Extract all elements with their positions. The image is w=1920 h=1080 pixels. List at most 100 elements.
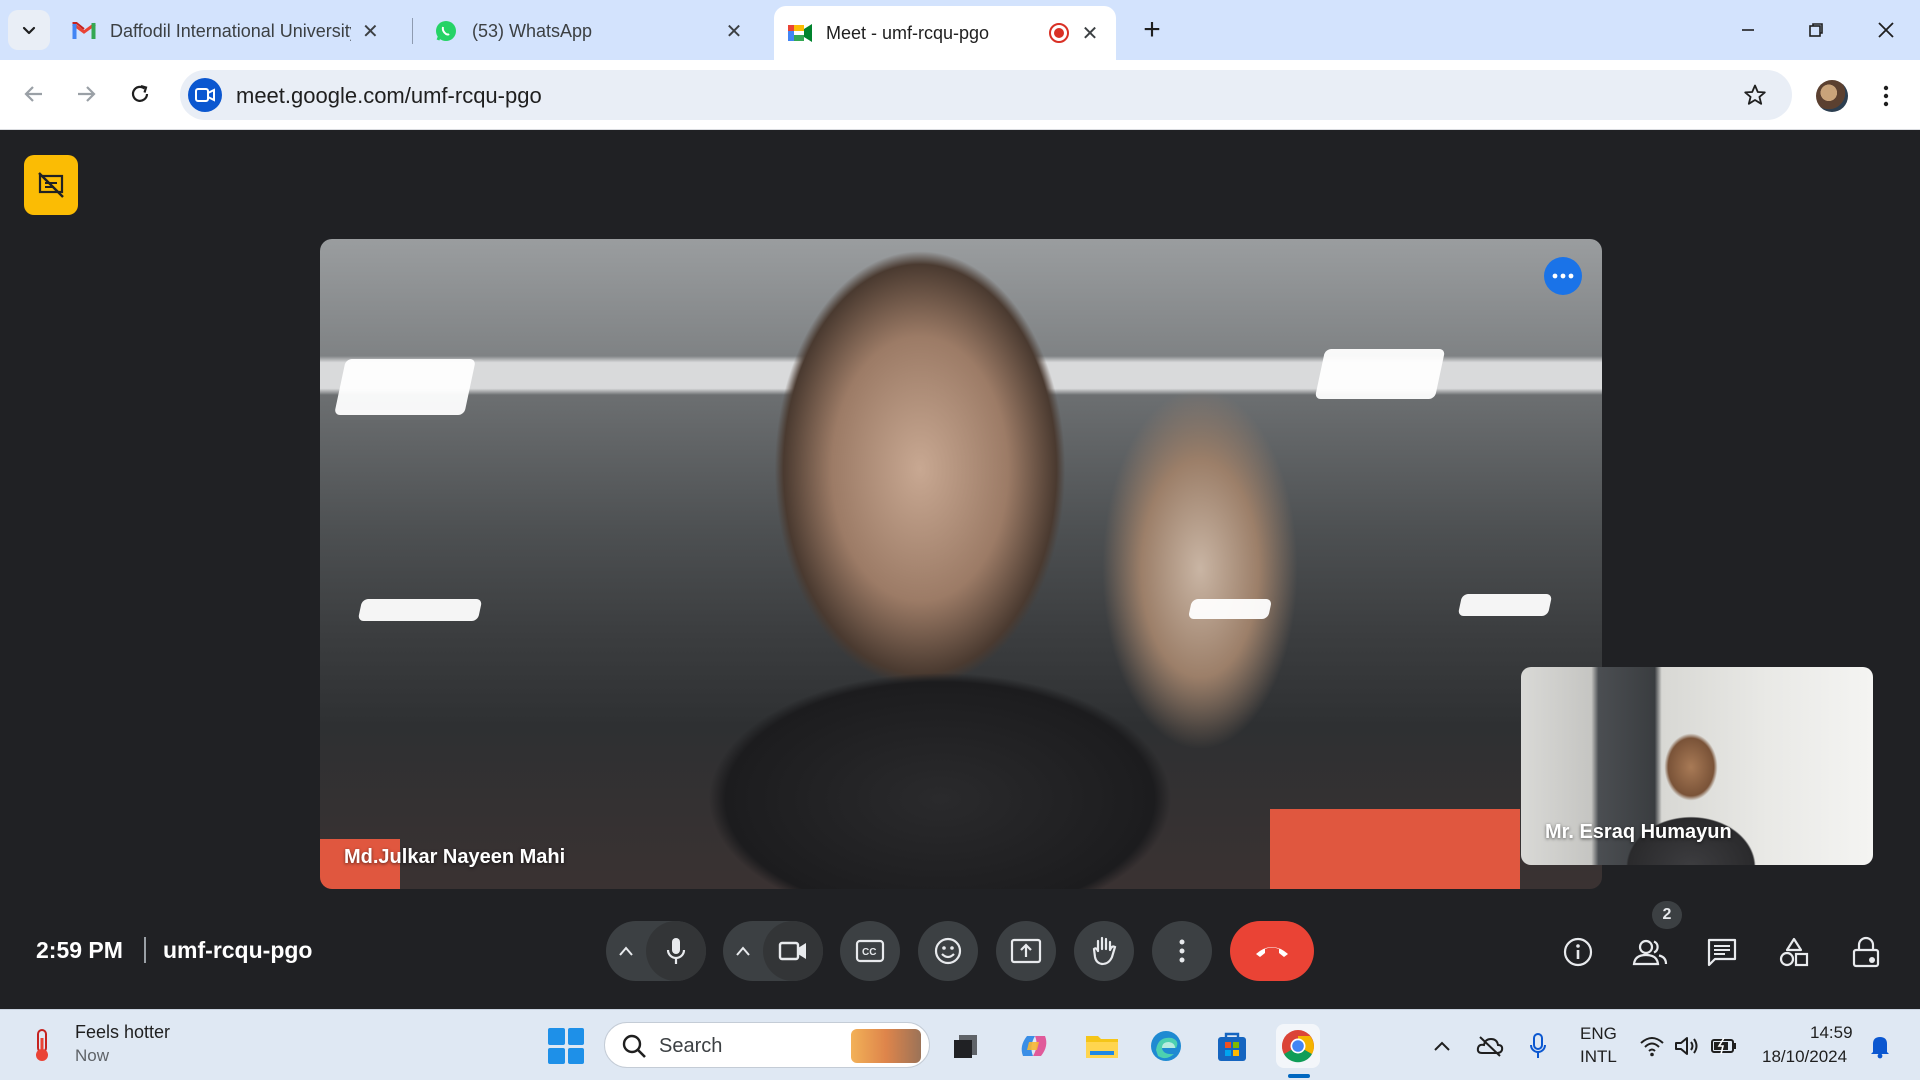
close-window-button[interactable]	[1852, 0, 1920, 60]
people-count-badge: 2	[1652, 901, 1682, 929]
people-button[interactable]	[1627, 929, 1673, 975]
reactions-button[interactable]	[918, 921, 978, 981]
microphone-icon	[1530, 1033, 1546, 1058]
meeting-time: 2:59 PM	[36, 937, 123, 963]
lock-person-icon	[1852, 936, 1880, 968]
audio-settings-button[interactable]	[606, 921, 646, 981]
self-name-label: Mr. Esraq Humayun	[1545, 821, 1732, 843]
close-tab-icon[interactable]: ✕	[1078, 21, 1102, 45]
taskbar-copilot[interactable]	[1012, 1024, 1056, 1068]
task-view-icon	[954, 1035, 977, 1058]
ceiling-light	[357, 599, 483, 621]
minimize-button[interactable]	[1714, 0, 1782, 60]
browser-tab-strip: Daffodil International University ✕ (53)…	[0, 0, 1920, 60]
minimize-icon	[1742, 29, 1754, 31]
address-bar[interactable]: meet.google.com/umf-rcqu-pgo	[180, 70, 1792, 120]
more-options-button[interactable]	[1152, 921, 1212, 981]
camera-control-group	[723, 921, 823, 981]
gmail-icon	[72, 19, 96, 43]
svg-text:CC: CC	[862, 947, 876, 958]
captions-button[interactable]: CC	[840, 921, 900, 981]
url-text: meet.google.com/umf-rcqu-pgo	[236, 83, 542, 108]
restore-button[interactable]	[1782, 0, 1850, 60]
meet-area: Md.Julkar Nayeen Mahi Mr. Esraq Humayun …	[0, 131, 1920, 1009]
recording-icon	[1048, 22, 1070, 44]
windows-logo-pane	[567, 1047, 584, 1064]
ceiling-light	[1314, 349, 1446, 399]
start-button[interactable]	[548, 1028, 584, 1064]
tab-whatsapp[interactable]: (53) WhatsApp ✕	[420, 8, 760, 54]
taskbar-file-explorer[interactable]	[1080, 1024, 1124, 1068]
taskbar-edge[interactable]	[1144, 1024, 1188, 1068]
leave-call-button[interactable]	[1230, 921, 1314, 981]
store-icon	[1218, 1032, 1246, 1061]
back-button[interactable]	[14, 74, 54, 114]
tab-gmail[interactable]: Daffodil International University ✕	[58, 8, 396, 54]
tab-search-button[interactable]	[8, 10, 50, 50]
chevron-up-icon	[619, 946, 633, 956]
call-end-icon	[1256, 947, 1288, 957]
activities-button[interactable]	[1771, 929, 1817, 975]
mic-control-group	[606, 921, 706, 981]
weather-title: Feels hotter	[75, 1022, 171, 1042]
clock-date: 18/10/2024	[1762, 1047, 1848, 1066]
meeting-details-button[interactable]	[1555, 929, 1601, 975]
profile-avatar[interactable]	[1816, 80, 1848, 112]
close-tab-icon[interactable]: ✕	[722, 19, 746, 43]
ceiling-light	[1457, 594, 1553, 616]
bell-icon	[1871, 1037, 1889, 1059]
video-settings-button[interactable]	[723, 921, 763, 981]
taskbar-task-view[interactable]	[944, 1024, 988, 1068]
chat-button[interactable]	[1699, 929, 1745, 975]
bookmark-star-icon[interactable]	[1740, 80, 1770, 110]
close-tab-icon[interactable]: ✕	[359, 19, 382, 43]
cloud-offline-icon	[1476, 1036, 1504, 1057]
reload-button[interactable]	[120, 74, 160, 114]
tray-volume[interactable]	[1674, 1032, 1702, 1060]
video-camera-icon	[778, 941, 806, 961]
site-info-icon[interactable]	[188, 78, 222, 112]
taskbar-chrome[interactable]	[1276, 1024, 1320, 1068]
host-controls-button[interactable]	[1843, 929, 1889, 975]
close-icon	[1878, 22, 1894, 38]
chevron-up-icon	[736, 946, 750, 956]
info-icon	[1563, 937, 1593, 967]
browser-menu-button[interactable]	[1872, 78, 1900, 114]
camera-button[interactable]	[763, 921, 823, 981]
taskbar-microsoft-store[interactable]	[1210, 1024, 1254, 1068]
main-participant-video[interactable]: Md.Julkar Nayeen Mahi	[320, 239, 1602, 889]
tray-battery[interactable]	[1710, 1032, 1738, 1060]
taskbar-search[interactable]: Search	[604, 1022, 930, 1068]
more-vert-icon	[1883, 85, 1889, 107]
chevron-down-icon	[22, 26, 36, 35]
tray-microphone[interactable]	[1524, 1032, 1552, 1060]
search-placeholder: Search	[659, 1035, 723, 1057]
raise-hand-button[interactable]	[1074, 921, 1134, 981]
host-controls-badge[interactable]	[24, 155, 78, 215]
no-presentation-icon	[38, 172, 64, 198]
new-tab-button[interactable]: +	[1136, 13, 1168, 46]
tray-wifi[interactable]	[1638, 1032, 1666, 1060]
active-app-indicator	[1288, 1074, 1310, 1078]
self-view-video[interactable]: Mr. Esraq Humayun	[1521, 667, 1873, 865]
closed-captions-icon: CC	[855, 939, 885, 963]
reload-icon	[131, 84, 149, 102]
divider	[144, 937, 146, 963]
mic-button[interactable]	[646, 921, 706, 981]
weather-widget[interactable]: Feels hotter Now	[0, 1010, 200, 1080]
search-highlight-image	[851, 1029, 921, 1063]
notifications-button[interactable]	[1866, 1032, 1894, 1060]
tab-google-meet[interactable]: Meet - umf-rcqu-pgo ✕	[774, 6, 1116, 60]
arrow-right-icon	[78, 86, 96, 102]
forward-button[interactable]	[66, 74, 106, 114]
present-screen-button[interactable]	[996, 921, 1056, 981]
keyboard-layout: INTL	[1580, 1047, 1617, 1066]
participant-options-button[interactable]	[1544, 257, 1582, 295]
thermometer-icon	[36, 1029, 48, 1061]
ceiling-light	[334, 359, 476, 415]
windows-taskbar: Feels hotter Now Search ENG INTL 14:59 1…	[0, 1009, 1920, 1080]
show-hidden-icons-button[interactable]	[1428, 1032, 1456, 1060]
chat-icon	[1707, 938, 1737, 967]
tray-onedrive[interactable]	[1476, 1032, 1504, 1060]
google-meet-icon	[788, 21, 812, 45]
